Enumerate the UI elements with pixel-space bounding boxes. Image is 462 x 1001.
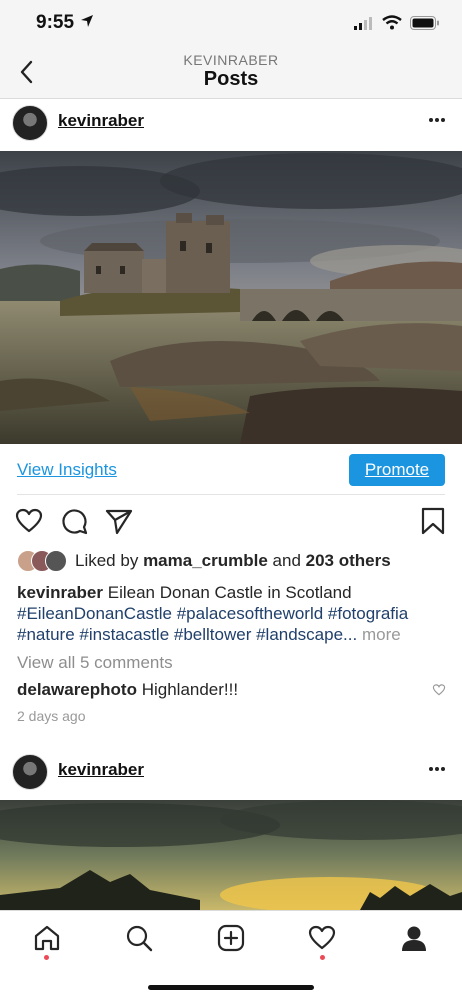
comment-icon[interactable] bbox=[60, 506, 90, 536]
likes-summary[interactable]: Liked by mama_crumble and 203 others bbox=[17, 550, 391, 572]
promote-button[interactable]: Promote bbox=[349, 454, 445, 486]
add-icon[interactable] bbox=[216, 923, 246, 953]
wifi-icon bbox=[382, 15, 402, 30]
comment-author[interactable]: delawarephoto bbox=[17, 680, 137, 699]
home-indicator[interactable] bbox=[148, 985, 314, 990]
liker-avatars bbox=[17, 550, 69, 572]
profile-username-header: KEVINRABER bbox=[183, 52, 279, 68]
post-caption: kevinraber Eilean Donan Castle in Scotla… bbox=[17, 582, 447, 645]
post-username[interactable]: kevinraber bbox=[58, 111, 144, 131]
notification-dot bbox=[44, 955, 49, 960]
status-bar: 9:55 bbox=[0, 0, 462, 48]
caption-author[interactable]: kevinraber bbox=[17, 583, 103, 602]
view-comments-link[interactable]: View all 5 comments bbox=[17, 653, 173, 673]
status-time: 9:55 bbox=[36, 12, 75, 33]
liker-username[interactable]: mama_crumble bbox=[143, 551, 268, 571]
post-username[interactable]: kevinraber bbox=[58, 760, 144, 780]
post-header: kevinraber bbox=[0, 99, 462, 151]
signal-icon bbox=[354, 16, 372, 30]
sunset-photo bbox=[0, 800, 462, 910]
comment: delawarephoto Highlander!!! bbox=[17, 680, 238, 700]
avatar bbox=[45, 550, 67, 572]
profile-icon[interactable] bbox=[399, 923, 429, 953]
likes-and: and bbox=[272, 551, 301, 570]
heart-icon[interactable] bbox=[14, 506, 44, 536]
location-arrow-icon bbox=[81, 15, 93, 27]
post-image[interactable] bbox=[0, 800, 462, 910]
activity-heart-icon[interactable] bbox=[307, 923, 337, 953]
send-icon[interactable] bbox=[104, 506, 134, 536]
caption-hashtags[interactable]: #EileanDonanCastle #palacesoftheworld #f… bbox=[17, 603, 447, 624]
notification-dot bbox=[320, 955, 325, 960]
post-timestamp: 2 days ago bbox=[17, 708, 86, 724]
avatar[interactable] bbox=[12, 754, 48, 790]
caption-hashtags[interactable]: #nature #instacastle #belltower #landsca… bbox=[17, 625, 357, 644]
battery-icon bbox=[410, 15, 439, 30]
search-icon[interactable] bbox=[124, 923, 154, 953]
ellipsis-icon[interactable] bbox=[428, 117, 446, 123]
likes-prefix: Liked by bbox=[75, 551, 139, 570]
comment-text: Highlander!!! bbox=[141, 680, 239, 699]
avatar[interactable] bbox=[12, 105, 48, 141]
caption-more-link[interactable]: more bbox=[362, 625, 401, 644]
divider bbox=[17, 494, 445, 495]
castle-photo bbox=[0, 151, 462, 444]
status-indicators bbox=[354, 15, 440, 30]
ellipsis-icon[interactable] bbox=[428, 766, 446, 772]
page-title: Posts bbox=[203, 68, 259, 90]
post-actions bbox=[0, 506, 462, 540]
likes-others[interactable]: 203 others bbox=[306, 551, 391, 571]
home-icon[interactable] bbox=[32, 923, 62, 953]
nav-bar: KEVINRABER Posts bbox=[0, 48, 462, 99]
bookmark-icon[interactable] bbox=[420, 506, 446, 536]
post-image[interactable] bbox=[0, 151, 462, 444]
post-header: kevinraber bbox=[0, 748, 462, 800]
caption-text: Eilean Donan Castle in Scotland bbox=[107, 583, 352, 602]
heart-icon[interactable] bbox=[432, 683, 446, 697]
view-insights-link[interactable]: View Insights bbox=[17, 460, 117, 480]
insights-bar: View Insights Promote bbox=[0, 444, 462, 494]
